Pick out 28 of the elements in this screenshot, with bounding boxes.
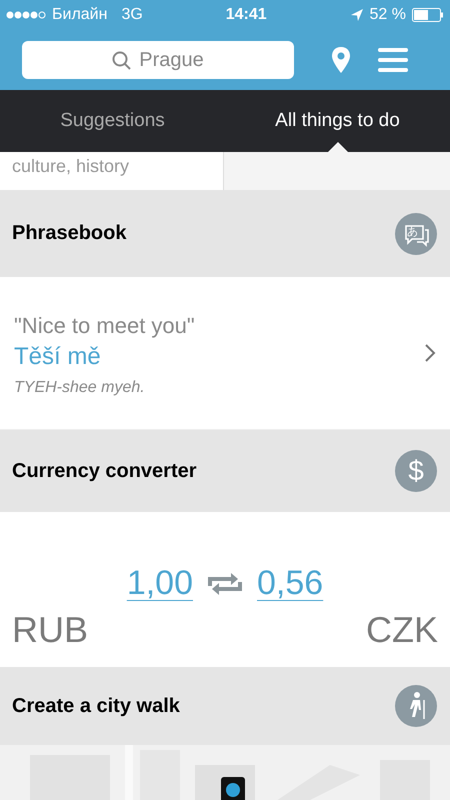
location-arrow-icon	[350, 8, 364, 22]
amount-field[interactable]: 0,56	[257, 564, 324, 603]
phrase-pronunciation: TYEH-shee myeh.	[14, 379, 146, 397]
clock-time: 14:41	[224, 6, 268, 24]
battery-percent: 52 %	[370, 6, 406, 24]
section-title: Currency converter	[12, 460, 197, 482]
section-title: Create a city walk	[12, 694, 180, 718]
amount-field[interactable]: 1,00	[126, 564, 193, 603]
section-title: Phrasebook	[12, 222, 126, 245]
search-field[interactable]: Prague	[22, 41, 294, 79]
battery-icon	[412, 8, 444, 22]
currency-code[interactable]: RUB	[12, 609, 88, 651]
dollar-icon: $	[395, 450, 437, 492]
phrase-translation: Těší mě	[14, 343, 102, 371]
translate-icon: あ	[395, 212, 437, 254]
currency-code[interactable]: CZK	[366, 609, 438, 651]
search-icon	[112, 50, 132, 70]
menu-button[interactable]	[378, 48, 408, 72]
network-type: 3G	[121, 6, 143, 24]
card-subtitle: culture, history	[12, 156, 130, 177]
carrier-name: Билайн	[52, 6, 108, 24]
hiker-icon	[395, 685, 437, 727]
signal-icon	[6, 10, 46, 20]
chevron-right-icon[interactable]	[424, 343, 436, 363]
phrase-english: "Nice to meet you"	[14, 313, 196, 339]
map-pin-button[interactable]	[332, 47, 350, 73]
tab[interactable]: Suggestions	[0, 90, 225, 152]
tab[interactable]: All things to do	[225, 90, 450, 152]
